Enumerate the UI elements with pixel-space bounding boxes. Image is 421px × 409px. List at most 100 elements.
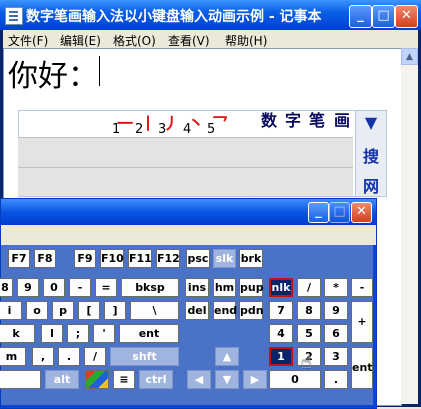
key-space-partial[interactable] xyxy=(0,370,41,389)
key-semicolon[interactable]: ; xyxy=(67,324,89,343)
key-shift[interactable]: shft xyxy=(110,347,179,366)
key-ins[interactable]: ins xyxy=(185,278,209,297)
close-button[interactable]: ✕ xyxy=(395,5,418,28)
keyboard-titlebar[interactable]: _ □ ✕ xyxy=(1,199,376,225)
notepad-app-icon xyxy=(5,7,23,25)
ime-title-char-4: 画 xyxy=(333,111,350,130)
scroll-up-arrow-icon[interactable]: ▲ xyxy=(401,48,418,65)
key-arrow-up-icon[interactable]: ▲ xyxy=(215,347,239,366)
stroke-key-4[interactable]: 丶 4 xyxy=(183,110,204,137)
key-p[interactable]: p xyxy=(52,301,74,320)
key-del[interactable]: del xyxy=(185,301,209,320)
key-f12[interactable]: F12 xyxy=(156,249,180,268)
key-backslash[interactable]: \ xyxy=(130,301,179,320)
key-f8[interactable]: F8 xyxy=(34,249,56,268)
key-num-6[interactable]: 6 xyxy=(324,324,348,343)
stroke-key-3[interactable]: 丿 3 xyxy=(158,110,179,137)
ime-search-button[interactable]: 搜 xyxy=(356,143,386,167)
key-slk[interactable]: slk xyxy=(213,249,236,268)
key-ctrl[interactable]: ctrl xyxy=(139,370,173,389)
key-minus[interactable]: - xyxy=(69,278,91,297)
key-arrow-right-icon[interactable]: ▶ xyxy=(243,370,267,389)
key-pup[interactable]: pup xyxy=(239,278,264,297)
key-f7[interactable]: F7 xyxy=(8,249,30,268)
key-arrow-down-icon[interactable]: ▼ xyxy=(215,370,239,389)
key-num-4[interactable]: 4 xyxy=(269,324,293,343)
key-quote[interactable]: ' xyxy=(93,324,115,343)
windows-logo-icon[interactable] xyxy=(85,370,109,389)
key-num-multiply[interactable]: * xyxy=(324,278,348,297)
key-num-divide[interactable]: / xyxy=(297,278,321,297)
ime-web-button[interactable]: 网 xyxy=(356,173,386,197)
ime-title-char-1: 数 xyxy=(260,111,277,130)
menu-edit[interactable]: 编辑(E) xyxy=(60,32,101,49)
stroke-number: 5 xyxy=(207,122,216,137)
key-i[interactable]: i xyxy=(0,301,22,320)
keyboard-menu-bar xyxy=(1,225,376,245)
menu-help[interactable]: 帮助(H) xyxy=(225,32,267,49)
menu-format[interactable]: 格式(O) xyxy=(113,32,156,49)
menu-view[interactable]: 查看(V) xyxy=(168,32,210,49)
stroke-number: 3 xyxy=(158,122,167,137)
key-end[interactable]: end xyxy=(213,301,237,320)
key-num-9[interactable]: 9 xyxy=(324,301,348,320)
menu-key-icon[interactable]: ≡ xyxy=(113,370,135,389)
key-pdn[interactable]: pdn xyxy=(239,301,264,320)
window-title: 数字笔画输入法以小键盘输入动画示例 - 记事本 xyxy=(26,9,322,25)
key-close-bracket[interactable]: ] xyxy=(104,301,126,320)
key-hm[interactable]: hm xyxy=(213,278,236,297)
key-k[interactable]: k xyxy=(0,324,35,343)
stroke-key-1[interactable]: 一 1 xyxy=(112,110,133,137)
notepad-titlebar[interactable]: 数字笔画输入法以小键盘输入动画示例 - 记事本 _ □ ✕ xyxy=(0,0,421,30)
kb-maximize-button[interactable]: □ xyxy=(329,202,350,223)
dropdown-arrow-icon[interactable]: ▼ xyxy=(356,113,386,132)
stroke-key-5[interactable]: 乛 5 xyxy=(207,110,228,137)
key-psc[interactable]: psc xyxy=(186,249,210,268)
key-9[interactable]: 9 xyxy=(17,278,39,297)
key-num-plus[interactable]: + xyxy=(351,301,373,343)
key-bksp[interactable]: bksp xyxy=(121,278,179,297)
key-f9[interactable]: F9 xyxy=(74,249,96,268)
ime-title-char-2: 字 xyxy=(284,111,301,130)
key-period[interactable]: . xyxy=(58,347,80,366)
key-alt[interactable]: alt xyxy=(45,370,79,389)
editor-content: 你好： xyxy=(8,59,98,94)
minimize-button[interactable]: _ xyxy=(349,5,372,28)
key-num-1[interactable]: 1 xyxy=(269,347,293,366)
key-f11[interactable]: F11 xyxy=(128,249,152,268)
stroke-key-2[interactable]: 丨 2 xyxy=(135,110,156,137)
menu-file[interactable]: 文件(F) xyxy=(8,32,48,49)
ime-candidate-row-1 xyxy=(18,137,353,168)
key-l[interactable]: l xyxy=(41,324,63,343)
key-slash[interactable]: / xyxy=(84,347,106,366)
vertical-scrollbar[interactable]: ▲ xyxy=(401,48,418,404)
key-num-7[interactable]: 7 xyxy=(269,301,293,320)
key-f10[interactable]: F10 xyxy=(100,249,124,268)
stroke-number: 1 xyxy=(112,122,121,137)
stroke-number: 2 xyxy=(135,122,144,137)
key-num-5[interactable]: 5 xyxy=(297,324,321,343)
key-8[interactable]: 8 xyxy=(0,278,13,297)
key-comma[interactable]: , xyxy=(32,347,54,366)
kb-minimize-button[interactable]: _ xyxy=(308,202,329,223)
ime-candidate-row-2 xyxy=(18,167,353,196)
key-num-3[interactable]: 3 xyxy=(324,347,348,366)
kb-close-button[interactable]: ✕ xyxy=(351,202,372,223)
key-num-0[interactable]: 0 xyxy=(269,370,321,389)
key-arrow-left-icon[interactable]: ◀ xyxy=(187,370,211,389)
keyboard-body: F7 F8 F9 F10 F11 F12 psc slk brk 8 9 0 -… xyxy=(0,245,373,405)
key-num-minus[interactable]: - xyxy=(351,278,373,297)
maximize-button[interactable]: □ xyxy=(372,5,395,28)
key-num-enter[interactable]: ent xyxy=(351,347,373,389)
key-open-bracket[interactable]: [ xyxy=(78,301,100,320)
key-brk[interactable]: brk xyxy=(239,249,263,268)
key-equals[interactable]: = xyxy=(95,278,117,297)
key-num-8[interactable]: 8 xyxy=(297,301,321,320)
key-o[interactable]: o xyxy=(26,301,48,320)
key-num-decimal[interactable]: . xyxy=(324,370,348,389)
key-enter[interactable]: ent xyxy=(119,324,179,343)
key-0[interactable]: 0 xyxy=(43,278,65,297)
ime-side-panel: ▼ 搜 网 xyxy=(355,110,387,197)
key-m[interactable]: m xyxy=(0,347,26,366)
key-nlk[interactable]: nlk xyxy=(269,278,293,297)
